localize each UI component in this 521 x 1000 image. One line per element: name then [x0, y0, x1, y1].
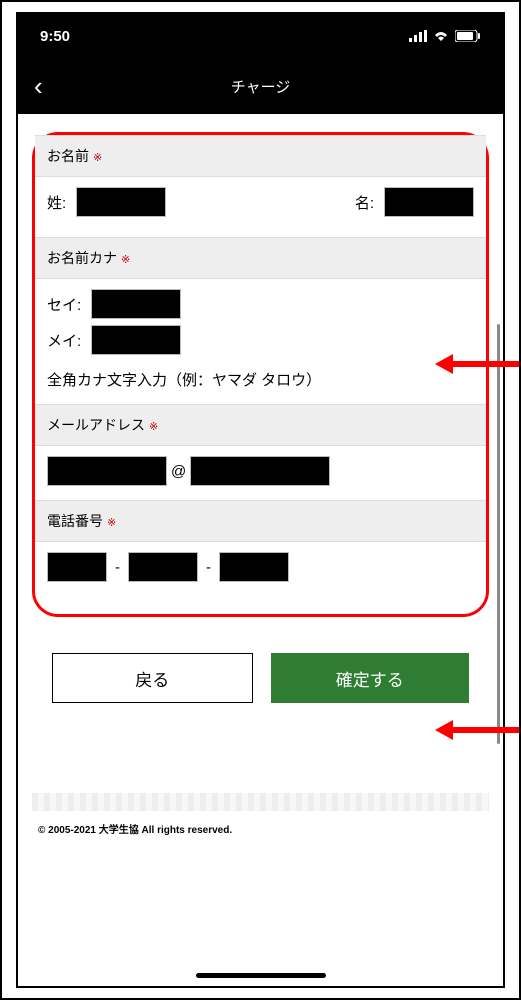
content: お名前 ※ 姓: 名: お名前カナ ※	[18, 114, 503, 846]
tel-sep-1: -	[115, 559, 120, 576]
footer-stripe	[32, 793, 489, 811]
label-mei: メイ:	[47, 330, 81, 351]
label-lastname: 姓:	[47, 192, 66, 213]
section-name-kana: お名前カナ ※ セイ: メイ: 全角カナ文字入力（例：ヤマダ タロウ）	[35, 237, 486, 400]
label-tel: 電話番号	[47, 513, 103, 529]
confirm-button[interactable]: 確定する	[271, 653, 470, 703]
input-email-local[interactable]	[47, 456, 167, 486]
phone-frame: 9:50 ‹ チャージ お名前 ※ 姓: 名:	[16, 12, 505, 988]
form-highlight: お名前 ※ 姓: 名: お名前カナ ※	[32, 132, 489, 617]
tel-sep-2: -	[206, 559, 211, 576]
label-email: メールアドレス	[47, 417, 145, 433]
label-firstname: 名:	[355, 192, 374, 213]
input-email-domain[interactable]	[190, 456, 330, 486]
annotation-arrow-form	[435, 354, 519, 374]
signal-icon	[409, 30, 427, 42]
back-icon[interactable]: ‹	[34, 73, 43, 99]
wifi-icon	[433, 30, 449, 42]
button-row: 戻る 確定する	[32, 653, 489, 703]
required-mark: ※	[107, 517, 116, 529]
required-mark: ※	[149, 421, 158, 433]
section-tel: 電話番号 ※ - -	[35, 500, 486, 592]
annotation-arrow-confirm	[435, 720, 519, 740]
section-email-header: メールアドレス ※	[35, 404, 486, 446]
required-mark: ※	[121, 254, 130, 266]
section-name-header: お名前 ※	[35, 135, 486, 177]
kana-hint: 全角カナ文字入力（例：ヤマダ タロウ）	[35, 363, 486, 400]
back-button[interactable]: 戻る	[52, 653, 253, 703]
label-name: お名前	[47, 148, 89, 164]
section-name: お名前 ※ 姓: 名:	[35, 135, 486, 233]
at-sign: @	[171, 463, 186, 480]
copyright: © 2005-2021 大学生協 All rights reserved.	[32, 811, 489, 846]
input-tel-3[interactable]	[219, 552, 289, 582]
nav-bar: ‹ チャージ	[18, 58, 503, 114]
input-sei[interactable]	[91, 289, 181, 319]
section-kana-header: お名前カナ ※	[35, 237, 486, 279]
input-firstname[interactable]	[384, 187, 474, 217]
status-time: 9:50	[40, 28, 70, 45]
battery-icon	[455, 30, 481, 42]
label-sei: セイ:	[47, 294, 81, 315]
page-title: チャージ	[18, 76, 503, 97]
input-tel-2[interactable]	[128, 552, 198, 582]
label-name-kana: お名前カナ	[47, 250, 117, 266]
status-indicators	[409, 30, 481, 42]
input-lastname[interactable]	[76, 187, 166, 217]
required-mark: ※	[93, 152, 102, 164]
scrollbar[interactable]	[497, 324, 500, 744]
section-tel-header: 電話番号 ※	[35, 500, 486, 542]
input-mei[interactable]	[91, 325, 181, 355]
input-tel-1[interactable]	[47, 552, 107, 582]
status-bar: 9:50	[18, 14, 503, 58]
section-email: メールアドレス ※ @	[35, 404, 486, 496]
home-indicator[interactable]	[196, 973, 326, 978]
